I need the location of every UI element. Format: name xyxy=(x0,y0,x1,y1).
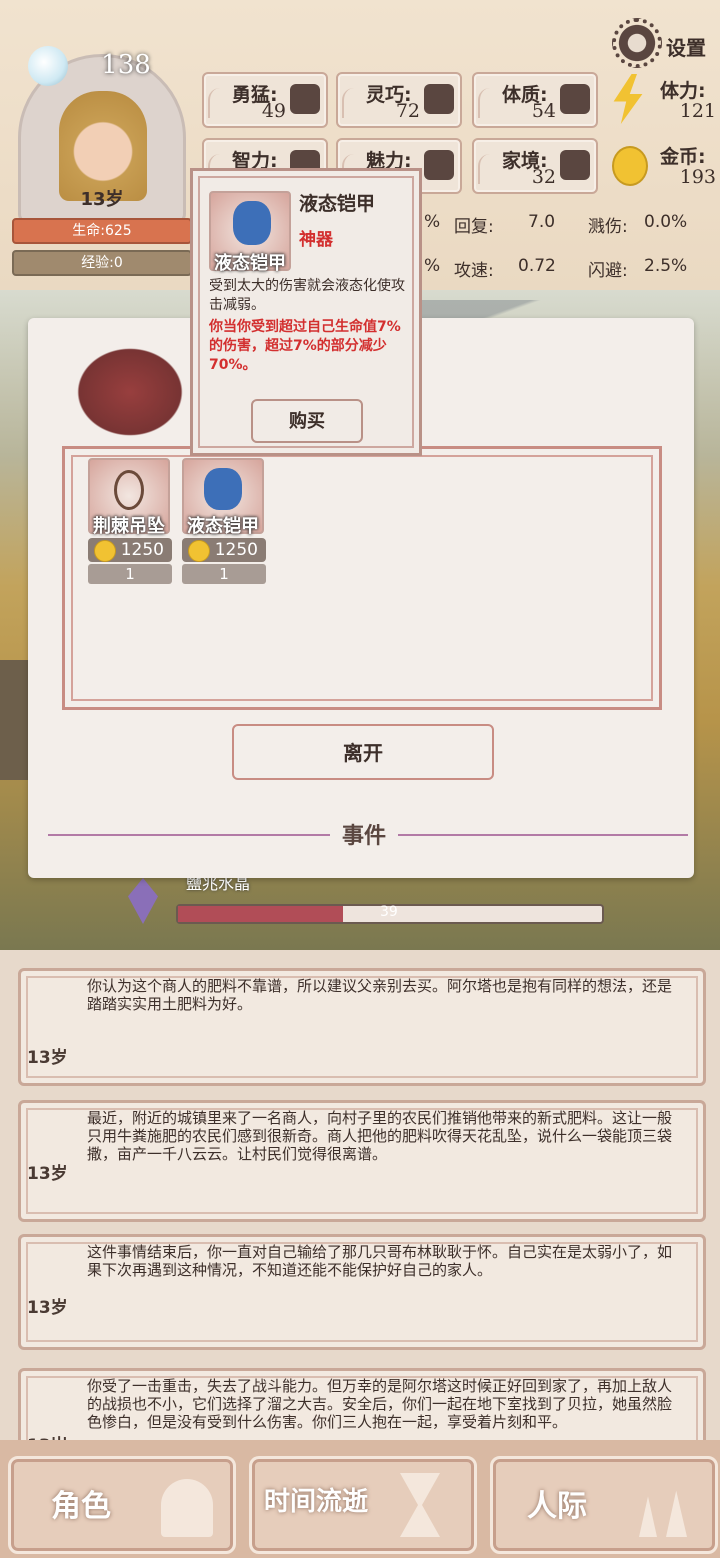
event-entry: 13岁 你受了一击重击，失去了战斗能力。但万幸的是阿尔塔这时候正好回到家了，再加… xyxy=(18,1368,706,1440)
armor-icon xyxy=(233,201,271,245)
stat-value: 32 xyxy=(531,166,556,188)
stat-value: 54 xyxy=(531,100,556,122)
spirit-icon xyxy=(28,46,68,86)
event-age: 13岁 xyxy=(27,1164,68,1184)
hp-bar: 生命:625 xyxy=(12,218,192,244)
muscle-icon xyxy=(560,84,590,114)
hourglass-icon xyxy=(400,1473,440,1537)
item-tooltip: 液态铠甲 液态铠甲 神器 受到太大的伤害就会液态化使攻击减弱。 你当你受到超过自… xyxy=(190,168,422,456)
leave-button[interactable]: 离开 xyxy=(232,724,494,780)
event-age: 13岁 xyxy=(27,1048,68,1068)
gear-icon xyxy=(612,18,662,68)
buy-button[interactable]: 购买 xyxy=(251,399,363,443)
bottom-nav: 角色 时间流逝 人际 xyxy=(0,1440,720,1558)
nav-relations[interactable]: 人际 xyxy=(490,1456,718,1554)
coin-icon xyxy=(94,540,116,562)
stat-label: 体力: xyxy=(660,80,706,102)
stat-value: 49 xyxy=(261,100,286,122)
substat-splash-label: 溅伤: xyxy=(588,217,628,237)
fist-icon xyxy=(290,84,320,114)
substat-dodge-value: 2.5% xyxy=(644,256,688,276)
item-name: 荆棘吊坠 xyxy=(93,516,165,537)
section-title-events: 事件 xyxy=(330,818,399,850)
nav-character[interactable]: 角色 xyxy=(8,1456,236,1554)
stat-value: 193 xyxy=(679,166,716,188)
exp-bar: 经验:0 xyxy=(12,250,192,276)
armor-icon xyxy=(204,468,242,510)
substat-atkspeed-label: 攻速: xyxy=(454,261,494,281)
tooltip-effect: 你当你受到超过自己生命值7%的伤害，超过7%的部分减少70%。 xyxy=(209,319,401,373)
bg-progress-value: 39 xyxy=(380,904,398,920)
partial-percent-2: % xyxy=(424,256,441,276)
lightning-icon xyxy=(613,74,643,124)
partial-percent-1: % xyxy=(424,212,441,232)
settings-button[interactable]: 设置 xyxy=(612,18,716,70)
stat-value: 121 xyxy=(679,100,716,122)
substat-regen-label: 回复: xyxy=(454,217,494,237)
crystal-icon xyxy=(128,878,158,924)
stat-family[interactable]: 家境: 32 xyxy=(472,138,598,194)
item-image: 液态铠甲 xyxy=(182,458,264,537)
section-label: 事件 xyxy=(342,824,387,849)
stat-value: 72 xyxy=(395,100,420,122)
item-image: 荆棘吊坠 xyxy=(88,458,170,537)
tooltip-icon-label: 液态铠甲 xyxy=(214,253,286,274)
event-age: 13岁 xyxy=(27,1431,68,1440)
price-value: 1250 xyxy=(120,540,164,560)
lotus-icon xyxy=(424,150,454,180)
event-entry: 13岁 最近，附近的城镇里来了一名商人，向村子里的农民们推销他带来的新式肥料。这… xyxy=(18,1100,706,1222)
shop-item-thorn-pendant[interactable]: 荆棘吊坠 1250 1 xyxy=(88,458,172,584)
item-price: 1250 xyxy=(88,538,172,562)
event-text: 你认为这个商人的肥料不靠谱，所以建议父亲别去买。阿尔塔也是抱有同样的想法，还是踏… xyxy=(87,977,673,1013)
event-text: 你受了一击重击，失去了战斗能力。但万幸的是阿尔塔这时候正好回到家了，再加上敌人的… xyxy=(87,1377,673,1431)
substat-atkspeed-value: 0.72 xyxy=(518,256,556,276)
player-age: 13岁 xyxy=(80,189,124,210)
item-name: 液态铠甲 xyxy=(187,516,259,537)
pendant-icon xyxy=(114,470,144,510)
item-qty: 1 xyxy=(182,564,266,584)
nav-label: 人际 xyxy=(527,1489,587,1524)
tooltip-description: 受到太大的伤害就会液态化使攻击减弱。 xyxy=(209,278,405,313)
substat-splash-value: 0.0% xyxy=(644,212,688,232)
bg-progress-fill xyxy=(178,906,344,922)
exp-text: 经验:0 xyxy=(81,255,123,271)
tooltip-item-name: 液态铠甲 xyxy=(299,193,376,215)
stat-stamina[interactable]: 体力: 121 xyxy=(608,72,720,128)
event-log[interactable]: 13岁 你认为这个商人的肥料不靠谱，所以建议父亲别去买。阿尔塔也是抱有同样的想法… xyxy=(0,950,720,1440)
coin-icon xyxy=(188,540,210,562)
stat-dexterity[interactable]: 灵巧: 72 xyxy=(336,72,462,128)
tooltip-rarity: 神器 xyxy=(299,230,333,250)
stat-label: 金币: xyxy=(660,146,706,168)
settings-label: 设置 xyxy=(666,36,706,60)
gold-coin-icon xyxy=(612,146,648,186)
event-age: 13岁 xyxy=(27,1298,68,1318)
character-icon xyxy=(161,1479,213,1537)
item-price: 1250 xyxy=(182,538,266,562)
stat-bravery[interactable]: 勇猛: 49 xyxy=(202,72,328,128)
cloak-icon xyxy=(424,84,454,114)
hp-text: 生命:625 xyxy=(72,223,132,239)
stat-gold[interactable]: 金币: 193 xyxy=(608,138,720,194)
nav-label: 角色 xyxy=(51,1489,111,1524)
event-text: 最近，附近的城镇里来了一名商人，向村子里的农民们推销他带来的新式肥料。这让一般只… xyxy=(87,1109,673,1163)
nav-time-passes[interactable]: 时间流逝 xyxy=(249,1456,477,1554)
stat-constitution[interactable]: 体质: 54 xyxy=(472,72,598,128)
substat-regen-value: 7.0 xyxy=(528,212,556,232)
nav-label: 时间流逝 xyxy=(264,1487,369,1517)
scales-icon xyxy=(70,342,190,442)
event-text: 这件事情结束后，你一直对自己输给了那几只哥布林耿耿于怀。自己实在是太弱小了，如果… xyxy=(87,1243,673,1279)
item-qty: 1 xyxy=(88,564,172,584)
shop-item-liquid-armor[interactable]: 液态铠甲 1250 1 xyxy=(182,458,266,584)
event-entry: 13岁 你认为这个商人的肥料不靠谱，所以建议父亲别去买。阿尔塔也是抱有同样的想法… xyxy=(18,968,706,1086)
player-level: 138 xyxy=(101,50,151,80)
price-value: 1250 xyxy=(214,540,258,560)
event-entry: 13岁 这件事情结束后，你一直对自己输给了那几只哥布林耿耿于怀。自己实在是太弱小… xyxy=(18,1234,706,1350)
substat-dodge-label: 闪避: xyxy=(588,261,628,281)
people-icon xyxy=(639,1490,687,1537)
tooltip-item-image: 液态铠甲 xyxy=(209,191,291,274)
coin-hand-icon xyxy=(560,150,590,180)
